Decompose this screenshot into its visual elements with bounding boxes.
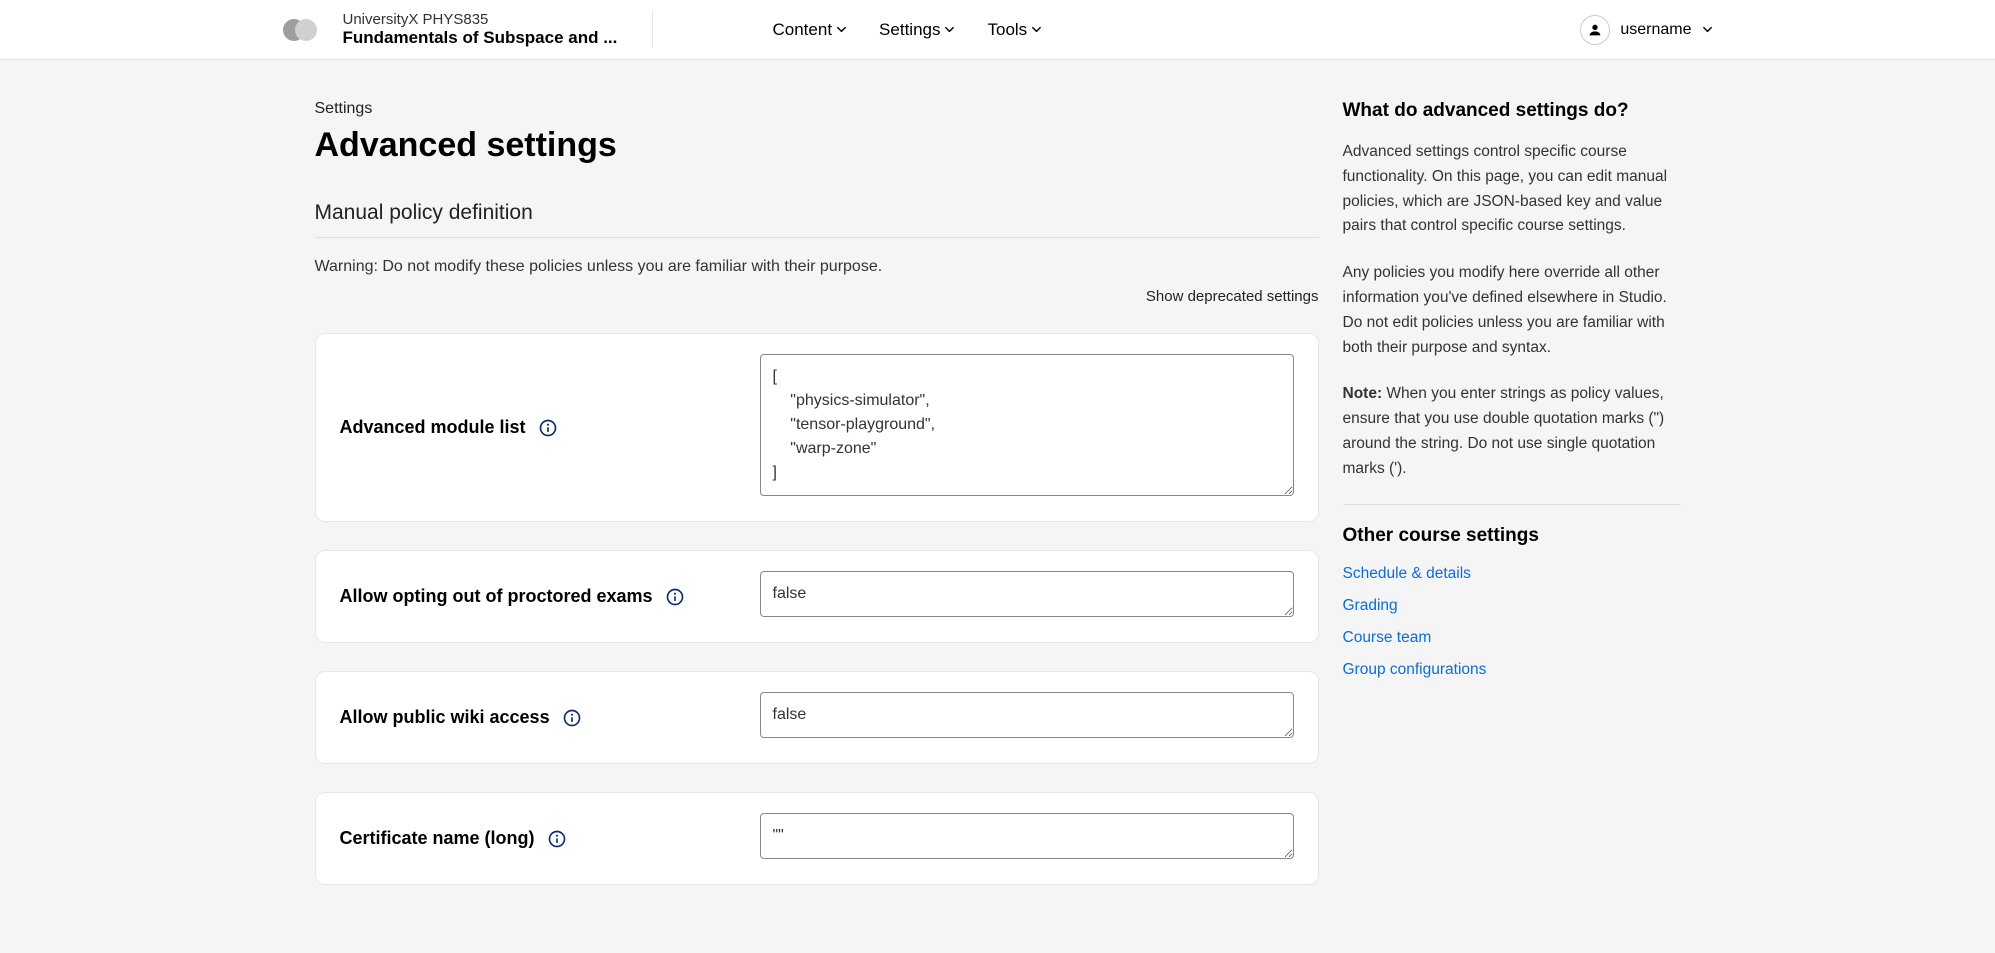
- setting-label: Allow public wiki access: [340, 707, 550, 728]
- user-menu[interactable]: username: [1580, 15, 1712, 45]
- sidebar-heading: Other course settings: [1343, 525, 1681, 547]
- info-icon[interactable]: [547, 829, 567, 849]
- username-label: username: [1620, 21, 1691, 39]
- setting-label: Allow opting out of proctored exams: [340, 586, 653, 607]
- setting-value-input[interactable]: "": [760, 813, 1294, 859]
- nav-label: Tools: [987, 20, 1027, 40]
- setting-label-wrap: Allow opting out of proctored exams: [340, 586, 740, 607]
- sidebar-link[interactable]: Group configurations: [1343, 661, 1681, 679]
- sidebar-paragraph: Any policies you modify here override al…: [1343, 261, 1681, 360]
- logo-icon: [283, 19, 319, 41]
- chevron-down-icon: [1031, 24, 1042, 35]
- setting-label: Certificate name (long): [340, 828, 535, 849]
- note-text: When you enter strings as policy values,…: [1343, 385, 1665, 476]
- setting-card: Allow public wiki access false: [315, 671, 1319, 764]
- setting-value-input[interactable]: [ "physics-simulator", "tensor-playgroun…: [760, 354, 1294, 496]
- page-title: Advanced settings: [315, 126, 1319, 165]
- course-org: UniversityX PHYS835: [343, 11, 624, 28]
- sidebar-link[interactable]: Schedule & details: [1343, 565, 1681, 583]
- setting-card: Certificate name (long) "": [315, 792, 1319, 885]
- nav-label: Settings: [879, 20, 940, 40]
- course-title: Fundamentals of Subspace and ...: [343, 28, 624, 48]
- chevron-down-icon: [944, 24, 955, 35]
- setting-value-wrap: false: [760, 692, 1294, 743]
- sidebar-note: Note: When you enter strings as policy v…: [1343, 382, 1681, 481]
- setting-value-wrap: [ "physics-simulator", "tensor-playgroun…: [760, 354, 1294, 501]
- setting-label: Advanced module list: [340, 417, 526, 438]
- setting-value-wrap: false: [760, 571, 1294, 622]
- nav-label: Content: [773, 20, 833, 40]
- chevron-down-icon: [836, 24, 847, 35]
- sidebar-heading: What do advanced settings do?: [1343, 100, 1681, 122]
- chevron-down-icon: [1702, 24, 1713, 35]
- nav-content[interactable]: Content: [773, 20, 848, 40]
- sidebar-link[interactable]: Grading: [1343, 597, 1681, 615]
- sidebar-paragraph: Advanced settings control specific cours…: [1343, 140, 1681, 239]
- setting-card: Advanced module list [ "physics-simulator…: [315, 333, 1319, 522]
- nav-settings[interactable]: Settings: [879, 20, 955, 40]
- top-navbar: UniversityX PHYS835 Fundamentals of Subs…: [0, 0, 1995, 60]
- info-icon[interactable]: [665, 587, 685, 607]
- setting-label-wrap: Advanced module list: [340, 417, 740, 438]
- sidebar-links: Schedule & details Grading Course team Grou…: [1343, 565, 1681, 679]
- show-deprecated-link[interactable]: Show deprecated settings: [315, 288, 1319, 305]
- sidebar-link[interactable]: Course team: [1343, 629, 1681, 647]
- settings-list: Advanced module list [ "physics-simulator…: [315, 333, 1319, 885]
- info-icon[interactable]: [562, 708, 582, 728]
- setting-label-wrap: Allow public wiki access: [340, 707, 740, 728]
- setting-value-input[interactable]: false: [760, 571, 1294, 617]
- help-sidebar: What do advanced settings do? Advanced s…: [1343, 100, 1681, 913]
- brand-logo[interactable]: [283, 19, 319, 41]
- user-avatar-icon: [1580, 15, 1610, 45]
- setting-value-input[interactable]: false: [760, 692, 1294, 738]
- setting-label-wrap: Certificate name (long): [340, 828, 740, 849]
- note-label: Note:: [1343, 385, 1383, 402]
- main-nav: Content Settings Tools: [773, 20, 1043, 40]
- breadcrumb: Settings: [315, 100, 1319, 118]
- divider: [1343, 504, 1681, 505]
- warning-text: Warning: Do not modify these policies un…: [315, 258, 1319, 276]
- info-icon[interactable]: [538, 418, 558, 438]
- nav-tools[interactable]: Tools: [987, 20, 1042, 40]
- setting-value-wrap: "": [760, 813, 1294, 864]
- course-info[interactable]: UniversityX PHYS835 Fundamentals of Subs…: [343, 11, 653, 48]
- section-heading: Manual policy definition: [315, 201, 1319, 238]
- setting-card: Allow opting out of proctored exams false: [315, 550, 1319, 643]
